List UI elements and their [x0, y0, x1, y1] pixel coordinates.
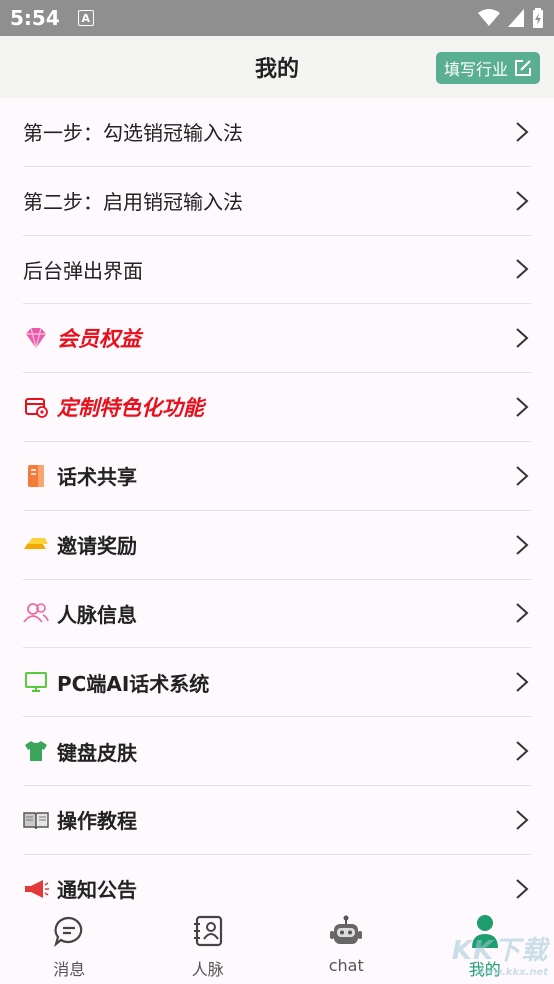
- menu-item-custom-features[interactable]: 定制特色化功能: [23, 373, 531, 442]
- menu-item-invite-rewards[interactable]: 邀请奖励: [23, 511, 531, 580]
- megaphone-icon: [23, 876, 49, 902]
- diamond-icon: [23, 325, 49, 351]
- chevron-right-icon: [516, 259, 529, 280]
- notification-icon: A: [77, 10, 94, 26]
- fill-industry-label: 填写行业: [443, 60, 508, 79]
- menu-item-label: 邀请奖励: [57, 534, 137, 559]
- battery-icon: [533, 8, 543, 28]
- menu-item-contacts-info[interactable]: 人脉信息: [23, 580, 531, 649]
- chevron-right-icon: [516, 878, 529, 899]
- menu-item-keyboard-skin[interactable]: 键盘皮肤: [23, 717, 531, 786]
- menu-item-label: 人脉信息: [57, 602, 137, 627]
- menu-item-announcements[interactable]: 通知公告: [23, 855, 531, 906]
- chevron-right-icon: [516, 190, 529, 211]
- contacts-icon: [191, 914, 225, 948]
- menu-item-label: PC端AI话术系统: [57, 671, 210, 696]
- menu-item-script-share[interactable]: 话术共享: [23, 442, 531, 511]
- status-time: 5:54: [10, 6, 60, 30]
- tab-label: 消息: [53, 960, 86, 979]
- tab-contacts[interactable]: 人脉: [139, 906, 278, 984]
- robot-icon: [329, 914, 363, 948]
- wifi-icon: [478, 9, 500, 26]
- watermark-text: KK下载: [451, 936, 548, 966]
- edit-icon: [515, 60, 531, 76]
- menu-item-label: 第一步：勾选销冠输入法: [23, 121, 243, 146]
- fill-industry-button[interactable]: 填写行业: [435, 52, 540, 84]
- menu-item-membership[interactable]: 会员权益: [23, 304, 531, 374]
- watermark-url: www.kkx.net: [474, 967, 548, 978]
- signal-icon: [508, 9, 524, 27]
- menu-item-label: 会员权益: [57, 327, 141, 352]
- chevron-right-icon: [516, 397, 529, 417]
- menu-item-label: 第二步：启用销冠输入法: [23, 190, 243, 215]
- chevron-right-icon: [516, 122, 529, 142]
- menu-item-label: 话术共享: [57, 465, 137, 490]
- menu-item-label: 键盘皮肤: [57, 740, 137, 765]
- chevron-right-icon: [516, 672, 529, 693]
- menu-item-step-one[interactable]: 第一步：勾选销冠输入法: [23, 98, 531, 167]
- tab-label: chat: [328, 956, 364, 975]
- people-icon: [23, 600, 49, 626]
- status-bar: 5:54 A: [0, 0, 554, 36]
- monitor-icon: [23, 669, 49, 695]
- menu-item-step-two[interactable]: 第二步：启用销冠输入法: [23, 167, 531, 236]
- chevron-right-icon: [516, 741, 529, 761]
- watermark-logo: KK下载 www.kkx.net: [452, 930, 548, 978]
- menu-item-label: 后台弹出界面: [23, 258, 143, 283]
- tab-chat[interactable]: chat: [277, 906, 416, 984]
- chevron-right-icon: [516, 810, 529, 830]
- custom-card-icon: [23, 394, 49, 420]
- menu-item-tutorial[interactable]: 操作教程: [23, 786, 531, 855]
- menu-item-pc-ai-system[interactable]: PC端AI话术系统: [23, 648, 531, 718]
- chevron-right-icon: [516, 534, 529, 555]
- menu-item-label: 通知公告: [57, 878, 137, 903]
- menu-list: 第一步：勾选销冠输入法 第二步：启用销冠输入法 后台弹出界面 会员权益 定制特色…: [0, 98, 554, 906]
- tab-label: 人脉: [191, 960, 224, 979]
- gold-bar-icon: [23, 532, 49, 558]
- tshirt-icon: [23, 738, 49, 764]
- chevron-right-icon: [516, 603, 529, 624]
- menu-item-background-popup[interactable]: 后台弹出界面: [23, 236, 531, 305]
- tab-messages[interactable]: 消息: [0, 906, 139, 984]
- chevron-right-icon: [516, 328, 529, 349]
- message-icon: [52, 914, 86, 948]
- notebook-icon: [23, 463, 49, 489]
- page-header: 我的 填写行业: [0, 36, 554, 98]
- book-icon: [23, 807, 49, 833]
- chevron-right-icon: [516, 466, 529, 486]
- bottom-tab-bar: 消息 人脉 chat 我的 KK下载 www.kkx.net: [0, 906, 554, 984]
- menu-item-label: 操作教程: [57, 809, 137, 834]
- menu-item-label: 定制特色化功能: [57, 396, 204, 421]
- page-title: 我的: [254, 57, 299, 82]
- status-indicators: [478, 8, 544, 28]
